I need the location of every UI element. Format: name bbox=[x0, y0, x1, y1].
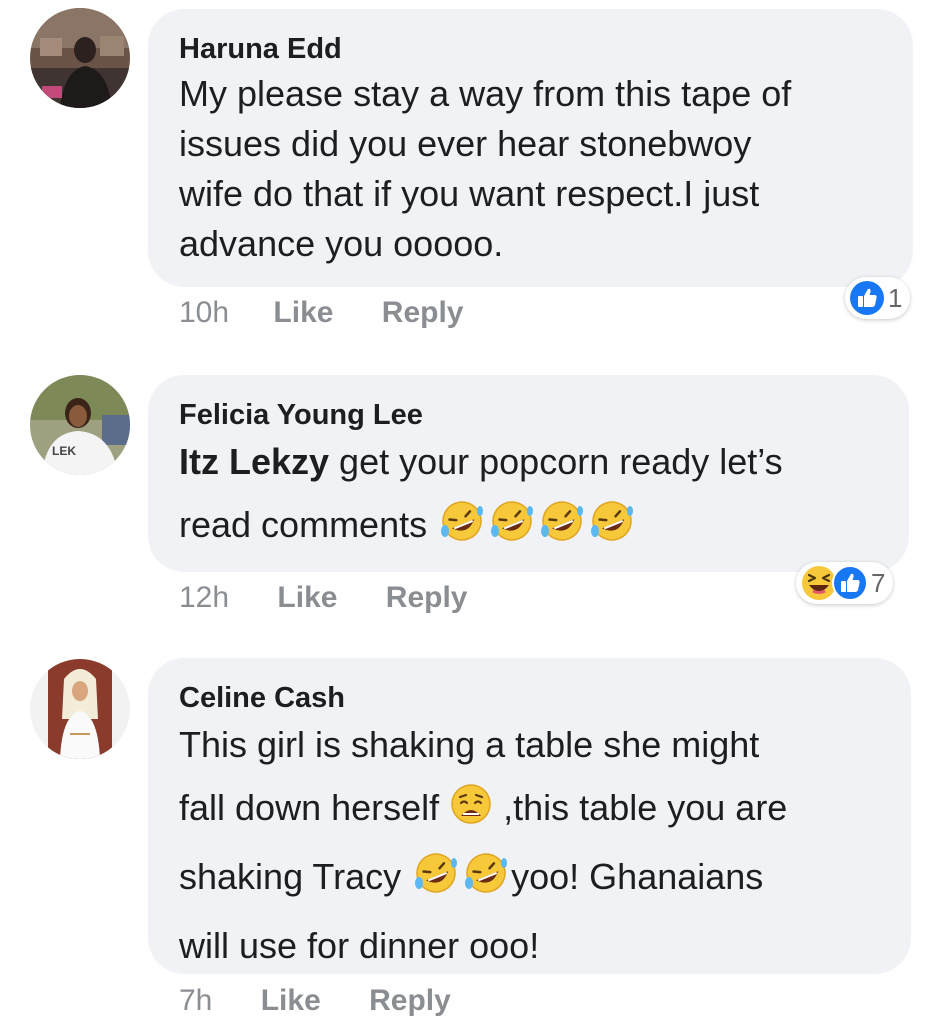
comment-bubble-3: Celine Cash This girl is shaking a table… bbox=[148, 658, 911, 974]
comment-text: This girl is shaking a table she might f… bbox=[179, 713, 881, 977]
comment-meta-3: 7h Like Reply bbox=[179, 984, 451, 1018]
comment-text-fragment: read comments bbox=[179, 504, 428, 545]
comment-meta-1: 10h Like Reply bbox=[179, 296, 463, 330]
avatar-photo bbox=[30, 659, 130, 759]
rofl-emoji-icon bbox=[537, 499, 587, 562]
comment-text-line: will use for dinner ooo! bbox=[179, 925, 540, 966]
rofl-emoji-icon bbox=[411, 851, 461, 914]
comment-text-line: wife do that if you want respect.I just bbox=[179, 173, 760, 214]
comment-timestamp[interactable]: 12h bbox=[179, 581, 229, 615]
reply-button[interactable]: Reply bbox=[382, 296, 464, 330]
svg-text:LEK: LEK bbox=[52, 444, 76, 458]
weary-face-emoji-icon bbox=[449, 782, 493, 845]
comment-author[interactable]: Felicia Young Lee bbox=[179, 397, 879, 433]
comment-text-line: read comments bbox=[179, 493, 879, 562]
comment-bubble-1: Haruna Edd My please stay a way from thi… bbox=[148, 9, 913, 287]
rofl-emoji-icon bbox=[587, 499, 637, 562]
rofl-emoji-icon bbox=[487, 499, 537, 562]
rofl-emoji-icon bbox=[437, 499, 487, 562]
comment-text-line: This girl is shaking a table she might bbox=[179, 724, 760, 765]
avatar-felicia-young-lee[interactable]: LEK bbox=[30, 375, 130, 475]
comment-meta-2: 12h Like Reply bbox=[179, 581, 467, 615]
like-reaction-icon bbox=[832, 565, 868, 601]
comment-text-fragment: yoo! Ghanaians bbox=[511, 856, 764, 897]
comment-text-line: My please stay a way from this tape of bbox=[179, 73, 792, 114]
reply-button[interactable]: Reply bbox=[386, 581, 468, 615]
comment-author[interactable]: Celine Cash bbox=[179, 680, 881, 716]
comment-text-fragment: get your popcorn ready let’s bbox=[329, 441, 783, 482]
reply-button[interactable]: Reply bbox=[369, 984, 451, 1018]
mention-link[interactable]: Itz Lekzy bbox=[179, 441, 329, 482]
comment-timestamp[interactable]: 7h bbox=[179, 984, 212, 1018]
like-button[interactable]: Like bbox=[277, 581, 337, 615]
avatar-haruna-edd[interactable] bbox=[30, 8, 130, 108]
comment-text-line: Itz Lekzy get your popcorn ready let’s bbox=[179, 430, 879, 493]
comment-text-line: issues did you ever hear stonebwoy bbox=[179, 123, 752, 164]
comment-text: My please stay a way from this tape of i… bbox=[179, 69, 883, 269]
reaction-summary-2[interactable]: 7 bbox=[796, 562, 894, 604]
reaction-count: 1 bbox=[888, 282, 903, 313]
comment-text: Itz Lekzy get your popcorn ready let’s r… bbox=[179, 430, 879, 562]
like-button[interactable]: Like bbox=[273, 296, 333, 330]
comment-text-line: shaking Tracy yoo! Ghanaians bbox=[179, 845, 881, 914]
avatar-celine-cash[interactable] bbox=[30, 659, 130, 759]
avatar-photo bbox=[30, 8, 130, 108]
comment-bubble-2: Felicia Young Lee Itz Lekzy get your pop… bbox=[148, 375, 909, 572]
like-reaction-icon bbox=[850, 281, 884, 315]
comment-timestamp[interactable]: 10h bbox=[179, 296, 229, 330]
avatar-photo: LEK bbox=[30, 375, 130, 475]
comment-text-line: fall down herself ,this table you are bbox=[179, 776, 881, 845]
comments-thread: Haruna Edd My please stay a way from thi… bbox=[0, 0, 952, 1024]
comment-text-line: advance you ooooo. bbox=[179, 223, 504, 264]
rofl-emoji-icon bbox=[461, 851, 511, 914]
comment-author[interactable]: Haruna Edd bbox=[179, 31, 883, 67]
reaction-count: 7 bbox=[871, 567, 886, 598]
comment-text-fragment: ,this table you are bbox=[493, 787, 788, 828]
like-button[interactable]: Like bbox=[261, 984, 321, 1018]
comment-text-fragment: shaking Tracy bbox=[179, 856, 402, 897]
reaction-summary-1[interactable]: 1 bbox=[845, 277, 911, 319]
comment-text-fragment: fall down herself bbox=[179, 787, 440, 828]
